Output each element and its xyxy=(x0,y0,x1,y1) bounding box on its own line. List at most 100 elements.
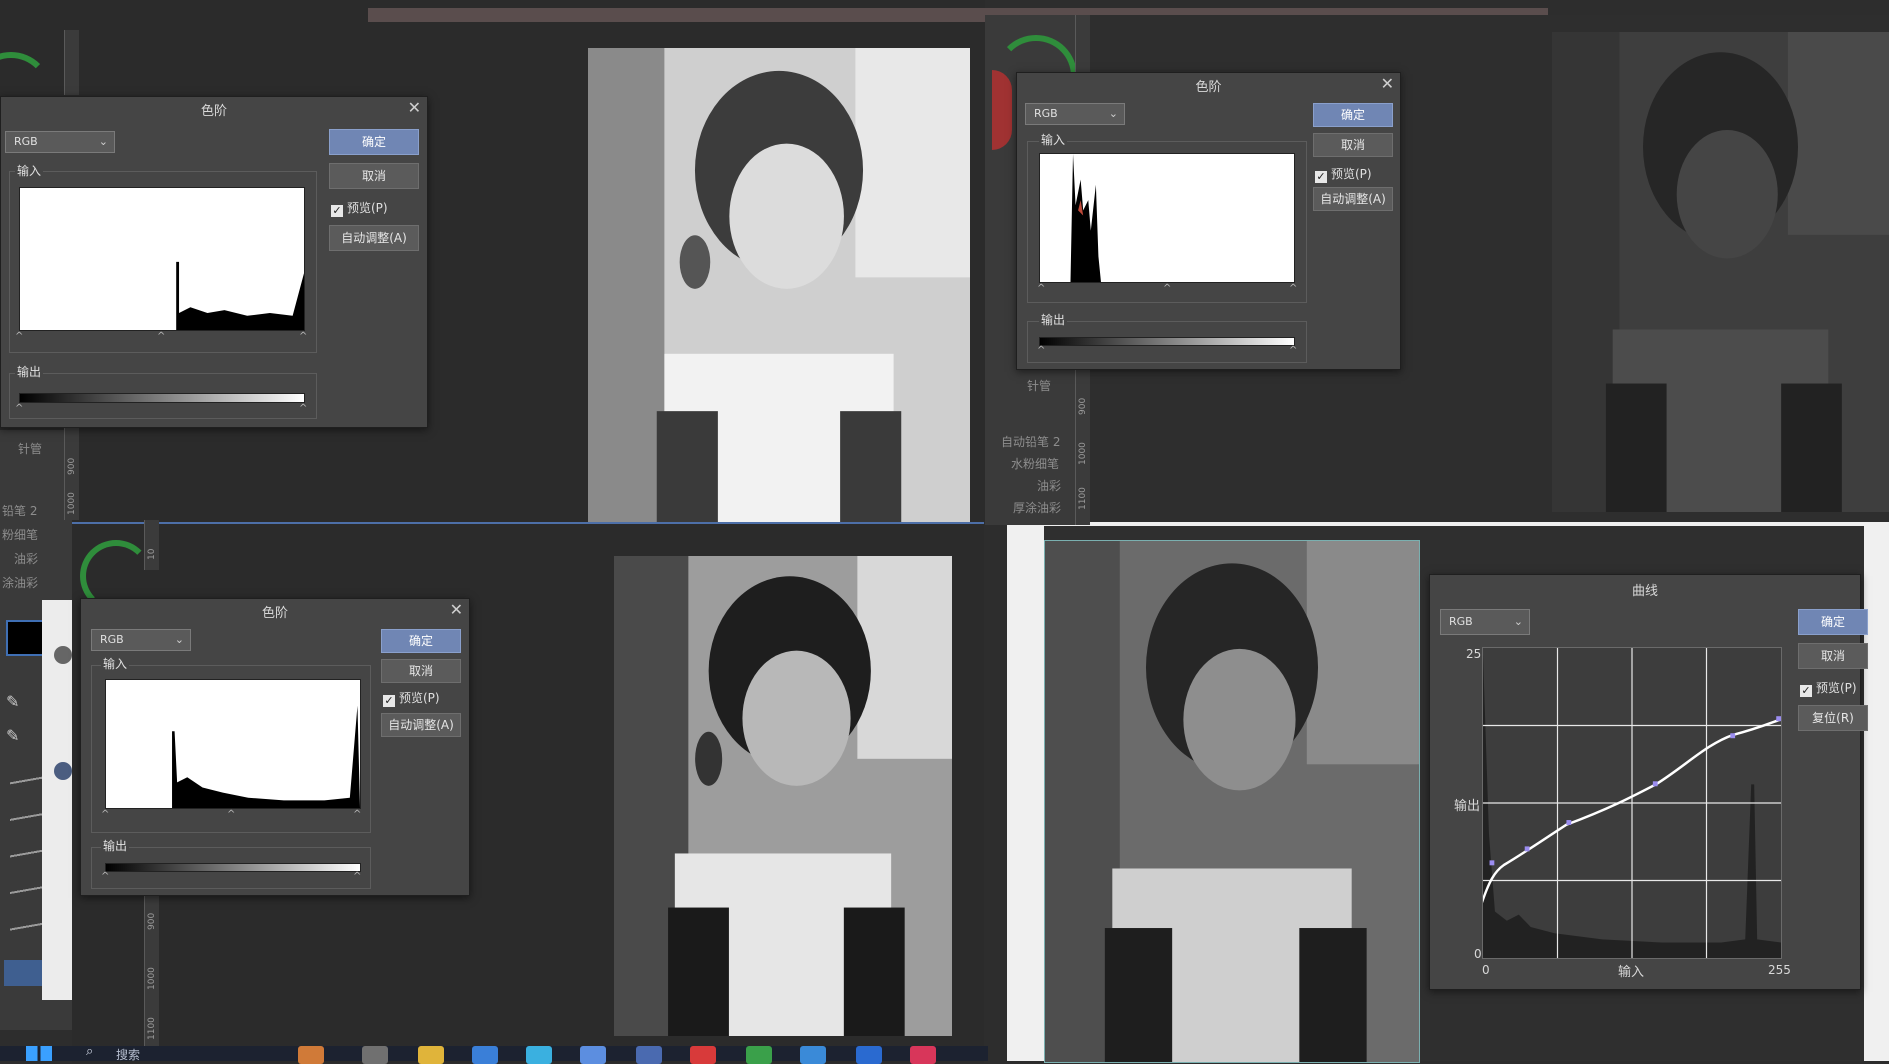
app-icon-round-2 xyxy=(54,762,72,780)
close-icon[interactable]: ✕ xyxy=(450,600,463,619)
cancel-button[interactable]: 取消 xyxy=(329,163,419,189)
auto-adjust-button[interactable]: 自动调整(A) xyxy=(1313,187,1393,211)
channel-select-value: RGB xyxy=(14,135,38,148)
tool-label-right-d[interactable]: 厚涂油彩 xyxy=(1013,499,1061,516)
pen-tool-icon[interactable]: ✎ xyxy=(6,692,30,712)
taskbar-app-icon[interactable] xyxy=(418,1046,444,1064)
gamma-handle[interactable]: ^ xyxy=(227,809,235,820)
auto-adjust-button[interactable]: 自动调整(A) xyxy=(381,713,461,737)
tool-label-right-c[interactable]: 油彩 xyxy=(1037,477,1061,494)
chevron-down-icon: ⌄ xyxy=(174,633,184,646)
tool-label-pencil[interactable]: 粉细笔 xyxy=(2,526,38,543)
taskbar-app-icon[interactable] xyxy=(746,1046,772,1064)
preview-label: 预览(P) xyxy=(1331,167,1372,181)
curve-output-label: 输出 xyxy=(1454,799,1481,814)
output-white-handle[interactable]: ^ xyxy=(353,871,361,882)
channel-select-value: RGB xyxy=(100,633,124,646)
search-icon[interactable]: ⌕ xyxy=(86,1044,93,1059)
gamma-handle[interactable]: ^ xyxy=(1163,283,1171,294)
output-black-handle[interactable]: ^ xyxy=(101,871,109,882)
checkmark-icon: ✓ xyxy=(331,204,343,217)
output-black-handle[interactable]: ^ xyxy=(15,403,23,414)
tool-label-right-pen[interactable]: 针管 xyxy=(1027,377,1051,394)
ruler-mark-900: 900 xyxy=(67,457,77,475)
color-swatch-black[interactable] xyxy=(6,620,46,656)
close-icon[interactable]: ✕ xyxy=(408,98,421,117)
black-point-handle[interactable]: ^ xyxy=(101,809,109,820)
curve-y-min-label: 0 xyxy=(1474,947,1482,961)
ruler-mark-1100-r: 1100 xyxy=(1078,487,1088,510)
curve-input-label: 输入 xyxy=(1618,965,1645,980)
channel-select[interactable]: RGB ⌄ xyxy=(5,131,115,153)
ok-button[interactable]: 确定 xyxy=(381,629,461,653)
tool-label-right-b[interactable]: 水粉细笔 xyxy=(1011,455,1059,472)
input-label: 输入 xyxy=(101,655,130,672)
cancel-button[interactable]: 取消 xyxy=(1798,643,1868,669)
preview-checkbox[interactable]: ✓ 预览(P) xyxy=(1800,679,1857,697)
taskbar-app-icon[interactable] xyxy=(298,1046,324,1064)
ok-button[interactable]: 确定 xyxy=(1798,609,1868,635)
ruler-mark-1000-r: 1000 xyxy=(1078,442,1088,465)
windows-start-icon[interactable] xyxy=(26,1046,52,1061)
preview-checkbox[interactable]: ✓ 预览(P) xyxy=(1315,165,1372,183)
input-histogram xyxy=(1039,153,1295,283)
ruler-mark-1000-b: 1000 xyxy=(147,967,157,990)
channel-select[interactable]: RGB ⌄ xyxy=(1440,609,1530,635)
tool-label-pen[interactable]: 针管 xyxy=(18,440,42,457)
tool-label-oil[interactable]: 油彩 xyxy=(14,550,38,567)
curves-dialog: 曲线 RGB ⌄ 确定 取消 ✓ 预览(P) 复位(R) 255 0 输出 0 输… xyxy=(1429,574,1868,990)
output-gradient xyxy=(19,393,305,403)
output-label: 输出 xyxy=(15,363,44,380)
input-histogram xyxy=(19,187,305,331)
tool-label-right-a[interactable]: 自动铅笔 2 xyxy=(1001,433,1060,450)
black-point-handle[interactable]: ^ xyxy=(15,331,23,342)
output-black-handle[interactable]: ^ xyxy=(1037,345,1045,356)
taskbar-app-icon[interactable] xyxy=(472,1046,498,1064)
channel-select[interactable]: RGB ⌄ xyxy=(91,629,191,651)
curve-editor[interactable] xyxy=(1482,647,1782,959)
cancel-button[interactable]: 取消 xyxy=(1313,133,1393,157)
chevron-down-icon: ⌄ xyxy=(1513,615,1523,628)
gamma-handle[interactable]: ^ xyxy=(157,331,165,342)
white-point-handle[interactable]: ^ xyxy=(1289,283,1297,294)
photo-levels-1-preview xyxy=(588,48,970,522)
input-label: 输入 xyxy=(15,162,44,179)
taskbar-app-icon[interactable] xyxy=(580,1046,606,1064)
ok-button[interactable]: 确定 xyxy=(1313,103,1393,127)
taskbar-app-icon[interactable] xyxy=(636,1046,662,1064)
ok-button[interactable]: 确定 xyxy=(329,129,419,155)
preview-checkbox[interactable]: ✓ 预览(P) xyxy=(383,689,440,707)
curve-x-min-label: 0 xyxy=(1482,963,1490,977)
photo-curves-preview xyxy=(1044,540,1420,1063)
taskbar-app-icon[interactable] xyxy=(690,1046,716,1064)
taskbar-search[interactable]: 搜索 xyxy=(116,1046,140,1063)
ruler-mark-900-b: 900 xyxy=(147,912,157,930)
taskbar-app-icon[interactable] xyxy=(856,1046,882,1064)
pencil-tool-icon[interactable]: ✎ xyxy=(6,726,30,746)
white-point-handle[interactable]: ^ xyxy=(353,809,361,820)
preview-checkbox[interactable]: ✓ 预览(P) xyxy=(331,199,388,217)
output-white-handle[interactable]: ^ xyxy=(1289,345,1297,356)
output-gradient xyxy=(1039,337,1295,346)
white-point-handle[interactable]: ^ xyxy=(299,331,307,342)
auto-adjust-button[interactable]: 自动调整(A) xyxy=(329,225,419,251)
channel-select-value: RGB xyxy=(1449,615,1473,628)
checkmark-icon: ✓ xyxy=(1800,684,1812,697)
vertical-ruler-left-mid: 900 1000 xyxy=(64,425,79,520)
taskbar-app-icon[interactable] xyxy=(800,1046,826,1064)
taskbar-app-icon[interactable] xyxy=(526,1046,552,1064)
windows-taskbar: ⌕ 搜索 xyxy=(0,1044,988,1064)
channel-select-value: RGB xyxy=(1034,107,1058,120)
cancel-button[interactable]: 取消 xyxy=(381,659,461,683)
tool-label-brush2[interactable]: 铅笔 2 xyxy=(2,502,37,519)
taskbar-app-icon[interactable] xyxy=(362,1046,388,1064)
vertical-ruler-left-top xyxy=(64,30,79,95)
close-icon[interactable]: ✕ xyxy=(1381,74,1394,93)
output-white-handle[interactable]: ^ xyxy=(299,403,307,414)
black-point-handle[interactable]: ^ xyxy=(1037,283,1045,294)
tool-label-oil2[interactable]: 涂油彩 xyxy=(2,574,38,591)
taskbar-app-icon[interactable] xyxy=(910,1046,936,1064)
output-label: 输出 xyxy=(101,837,130,854)
channel-select[interactable]: RGB ⌄ xyxy=(1025,103,1125,125)
reset-button[interactable]: 复位(R) xyxy=(1798,705,1868,731)
